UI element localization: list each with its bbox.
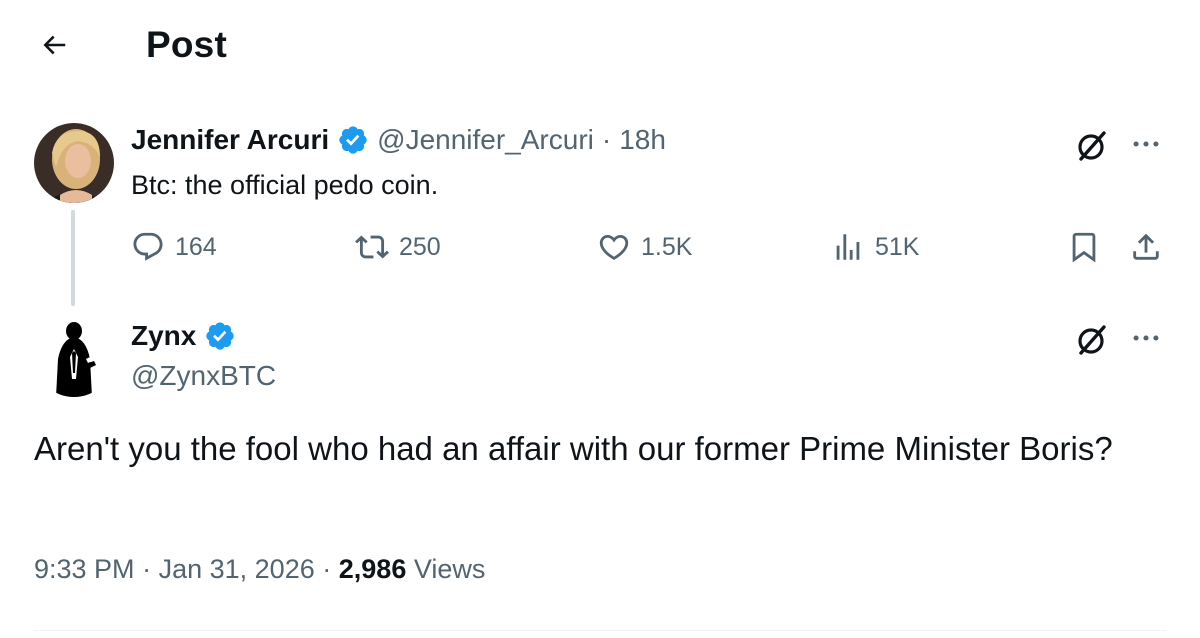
more-button[interactable] <box>1126 124 1166 164</box>
views-label: Views <box>413 554 486 584</box>
meta-separator: · <box>142 554 152 584</box>
views-count: 51K <box>875 232 920 261</box>
meta-separator: · <box>601 124 612 155</box>
repost-button[interactable]: 250 <box>355 230 441 264</box>
like-icon <box>599 234 629 260</box>
grok-icon <box>1078 325 1106 355</box>
author-name[interactable]: Zynx <box>131 320 196 352</box>
avatar-photo <box>34 317 114 397</box>
views-icon <box>836 234 860 260</box>
grok-button[interactable] <box>1072 320 1112 360</box>
post-text: Btc: the official pedo coin. <box>131 170 439 200</box>
action-bar: 164 250 1.5K 51K <box>131 230 1171 274</box>
repost-count: 250 <box>399 232 441 261</box>
share-button[interactable] <box>1129 230 1163 264</box>
author-handle[interactable]: @Jennifer_Arcuri <box>377 124 594 156</box>
author-handle[interactable]: @ZynxBTC <box>131 360 276 392</box>
reply-count: 164 <box>175 232 217 261</box>
meta-separator: · <box>322 554 332 584</box>
more-icon <box>1133 141 1159 147</box>
author-name[interactable]: Jennifer Arcuri <box>131 124 329 156</box>
post-date[interactable]: Jan 31, 2026 <box>159 554 315 584</box>
more-icon <box>1133 335 1159 341</box>
grok-icon <box>1078 131 1106 161</box>
reply-icon <box>133 232 163 261</box>
thread-line <box>71 210 75 306</box>
grok-button[interactable] <box>1072 126 1112 166</box>
reply-button[interactable]: 164 <box>131 230 217 264</box>
arrow-left-icon <box>43 35 66 55</box>
views-count: 2,986 <box>338 554 407 584</box>
post-text: Aren't you the fool who had an affair wi… <box>34 430 1113 467</box>
post-header: Zynx <box>131 320 236 352</box>
back-button[interactable] <box>26 22 82 68</box>
avatar[interactable] <box>34 123 114 203</box>
divider <box>34 630 1166 631</box>
avatar[interactable] <box>34 317 114 397</box>
views-button[interactable]: 51K <box>831 230 919 264</box>
bookmark-button[interactable] <box>1067 230 1101 264</box>
more-button[interactable] <box>1126 318 1166 358</box>
post-header: Jennifer Arcuri @Jennifer_Arcuri · 18h <box>131 124 666 156</box>
verified-badge-icon[interactable] <box>337 124 369 156</box>
page-title: Post <box>146 24 227 65</box>
post-meta: 9:33 PM · Jan 31, 2026 · 2,986 Views <box>34 554 485 585</box>
post-time[interactable]: 9:33 PM <box>34 554 135 584</box>
like-button[interactable]: 1.5K <box>597 230 692 264</box>
post-time[interactable]: 18h <box>619 124 666 156</box>
verified-badge-icon[interactable] <box>204 320 236 352</box>
like-count: 1.5K <box>641 232 693 261</box>
repost-icon <box>355 235 389 259</box>
avatar-photo <box>34 123 114 203</box>
share-icon <box>1133 233 1159 260</box>
bookmark-icon <box>1072 232 1096 263</box>
